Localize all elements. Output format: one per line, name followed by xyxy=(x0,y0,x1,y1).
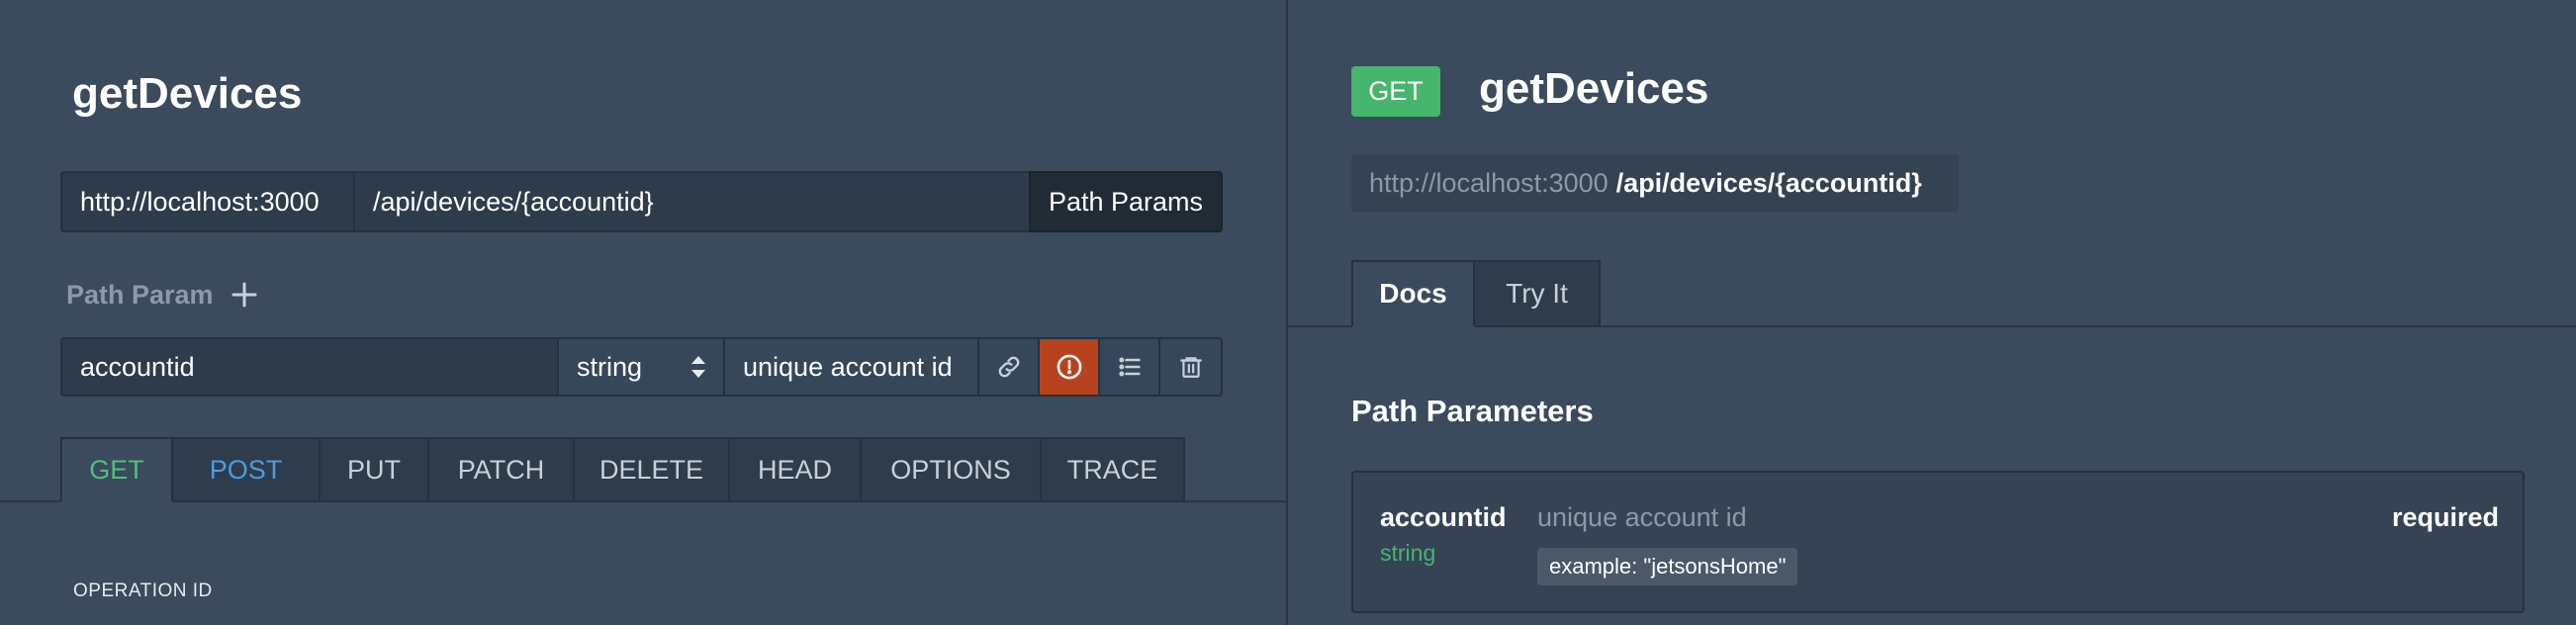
method-tab-post[interactable]: POST xyxy=(173,437,321,502)
method-tab-options[interactable]: OPTIONS xyxy=(862,437,1042,502)
method-tab-put[interactable]: PUT xyxy=(321,437,429,502)
alert-circle-icon[interactable] xyxy=(1038,337,1100,397)
path-param-section: Path Param xyxy=(66,275,257,314)
docs-title: getDevices xyxy=(1479,64,1709,113)
param-card: accountid string unique account id examp… xyxy=(1351,471,2525,613)
select-arrows-icon xyxy=(690,353,707,381)
param-example: example: "jetsonsHome" xyxy=(1537,548,1798,585)
param-type-value: string xyxy=(577,351,643,382)
path-param-label: Path Param xyxy=(66,279,214,310)
method-tab-get[interactable]: GET xyxy=(60,437,173,502)
tab-try-it[interactable]: Try It xyxy=(1475,260,1601,327)
path-input[interactable]: /api/devices/{accountid} xyxy=(353,171,1032,232)
base-url-field[interactable]: http://localhost:3000 xyxy=(60,171,355,232)
link-icon[interactable] xyxy=(977,337,1040,397)
trash-icon[interactable] xyxy=(1158,337,1223,397)
method-tab-head[interactable]: HEAD xyxy=(730,437,862,502)
param-name: accountid xyxy=(1380,502,1507,532)
param-required: required xyxy=(2391,502,2499,532)
param-description-input[interactable]: unique account id xyxy=(723,337,979,397)
method-tab-patch[interactable]: PATCH xyxy=(429,437,575,502)
docs-pane: GET getDevices http://localhost:3000 /ap… xyxy=(1288,0,2576,625)
param-description: unique account id xyxy=(1537,502,1747,532)
docs-url-host: http://localhost:3000 xyxy=(1369,167,1609,198)
docs-url-path: /api/devices/{accountid} xyxy=(1615,167,1922,198)
editor-pane: getDevices http://localhost:3000 /api/de… xyxy=(0,0,1286,625)
method-tab-trace[interactable]: TRACE xyxy=(1042,437,1185,502)
method-tab-delete[interactable]: DELETE xyxy=(575,437,730,502)
operation-id-label: OPERATION ID xyxy=(73,580,213,601)
path-params-button[interactable]: Path Params xyxy=(1029,171,1223,232)
operation-title[interactable]: getDevices xyxy=(72,69,302,119)
method-tabs: GET POST PUT PATCH DELETE HEAD OPTIONS T… xyxy=(60,437,1185,502)
method-badge: GET xyxy=(1351,66,1440,117)
param-type: string xyxy=(1380,540,1436,566)
list-icon[interactable] xyxy=(1098,337,1160,397)
plus-icon[interactable] xyxy=(231,282,257,308)
docs-tabs: Docs Try It xyxy=(1351,260,1601,327)
tab-docs[interactable]: Docs xyxy=(1351,260,1475,327)
section-title: Path Parameters xyxy=(1351,394,1594,428)
param-type-select[interactable]: string xyxy=(557,337,725,397)
docs-url: http://localhost:3000 /api/devices/{acco… xyxy=(1351,154,1959,212)
param-name-input[interactable]: accountid xyxy=(60,337,559,397)
